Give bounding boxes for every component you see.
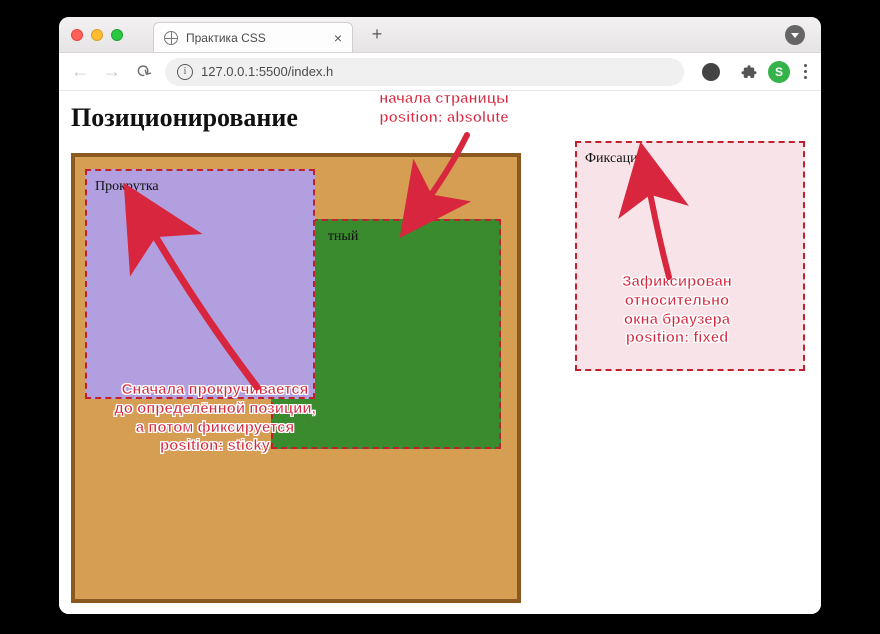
tab-title: Практика CSS <box>186 31 326 45</box>
window-close-button[interactable] <box>71 29 83 41</box>
address-bar[interactable]: i 127.0.0.1:5500/index.h <box>165 58 684 86</box>
new-tab-button[interactable]: + <box>365 23 389 47</box>
window-controls <box>71 29 123 41</box>
browser-tab[interactable]: Практика CSS × <box>153 22 353 52</box>
globe-icon <box>164 31 178 45</box>
toolbar-extensions: S <box>702 61 811 83</box>
reload-button[interactable]: ⟳ <box>129 56 159 86</box>
browser-window: Практика CSS × + ← → ⟳ i 127.0.0.1:5500/… <box>59 17 821 614</box>
site-info-icon[interactable]: i <box>177 64 193 80</box>
absolute-box-label: тный <box>328 229 359 244</box>
sticky-box: Прокрутка <box>85 169 315 399</box>
sticky-box-label: Прокрутка <box>95 179 159 194</box>
page-title: Позиционирование <box>71 103 821 133</box>
window-minimize-button[interactable] <box>91 29 103 41</box>
browser-menu-button[interactable] <box>800 62 811 81</box>
forward-button[interactable]: → <box>101 61 123 83</box>
extension-1-icon[interactable] <box>702 63 720 81</box>
url-text: 127.0.0.1:5500/index.h <box>201 64 333 79</box>
fixed-box-label: Фиксация <box>585 151 644 166</box>
back-button[interactable]: ← <box>69 61 91 83</box>
window-zoom-button[interactable] <box>111 29 123 41</box>
close-tab-button[interactable]: × <box>334 31 342 45</box>
page-viewport: Позиционирование Абсолютный Прокрутка Фи… <box>59 91 821 614</box>
profile-avatar[interactable]: S <box>768 61 790 83</box>
fixed-box: Фиксация <box>575 141 805 371</box>
account-switcher-icon[interactable] <box>785 25 805 45</box>
window-titlebar: Практика CSS × + <box>59 17 821 53</box>
extensions-icon[interactable] <box>740 63 758 81</box>
browser-toolbar: ← → ⟳ i 127.0.0.1:5500/index.h S <box>59 53 821 91</box>
